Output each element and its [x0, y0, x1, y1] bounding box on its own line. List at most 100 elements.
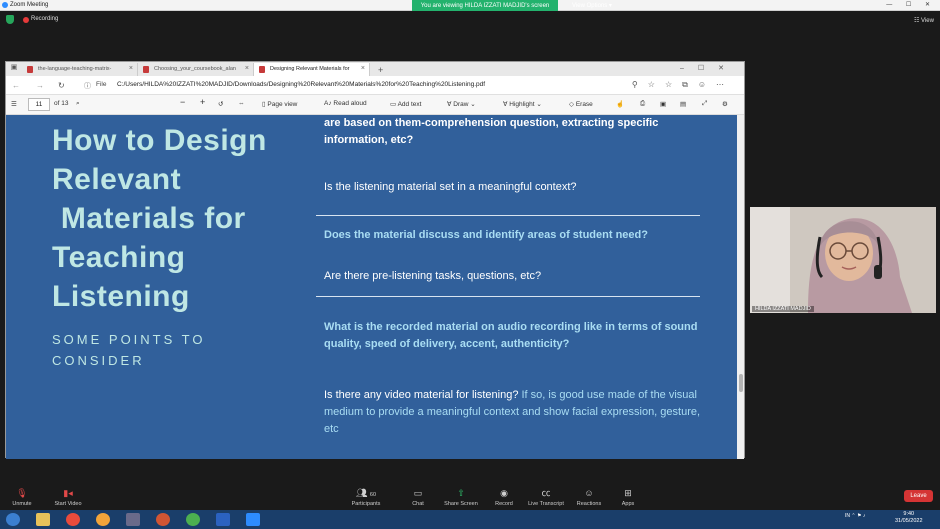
chrome-icon[interactable]	[66, 513, 80, 526]
erase-label: Erase	[575, 101, 593, 108]
live-transcript-button[interactable]: ㏄ Live Transcript	[524, 487, 568, 507]
draw-button[interactable]: ∀ Draw ⌄	[447, 100, 476, 108]
fit-page-icon[interactable]: ⇔	[238, 100, 245, 107]
leave-button[interactable]: Leave	[904, 490, 933, 502]
participant-video[interactable]: HILDA IZZATI MADJID	[750, 207, 936, 313]
tab-choosing-coursebook[interactable]: Choosing_your_coursebook_alan ×	[138, 63, 254, 76]
print-icon[interactable]: ⎙	[640, 100, 645, 108]
reactions-label: Reactions	[576, 501, 602, 507]
close-icon[interactable]: ×	[129, 65, 133, 72]
participants-button[interactable]: 👥︎ 60 Participants	[344, 487, 388, 507]
refresh-icon[interactable]: ↻	[58, 81, 65, 90]
info-icon[interactable]: ⓘ	[84, 81, 91, 91]
firefox-icon[interactable]	[96, 513, 110, 526]
title-line: Teaching	[52, 241, 186, 274]
back-icon[interactable]: ←	[12, 81, 20, 90]
tab-designing-materials[interactable]: Designing Relevant Materials for ×	[254, 63, 370, 76]
recording-icon	[23, 17, 29, 23]
shield-icon[interactable]	[6, 15, 14, 24]
pdf-icon	[27, 66, 33, 73]
reactions-button[interactable]: ☺ Reactions	[567, 487, 611, 507]
title-line: Materials for	[52, 202, 246, 235]
subtitle-line: SOME POINTS TO	[52, 332, 206, 347]
unmute-button[interactable]: 🎙︎ Unmute	[0, 487, 44, 507]
view-options-button[interactable]: View Options ▾	[572, 2, 612, 9]
microphone-muted-icon: 🎙︎	[16, 488, 28, 498]
record-button[interactable]: ◉ Record	[482, 487, 526, 507]
close-icon[interactable]: ×	[245, 65, 249, 72]
question-video-lead: Is there any video material for listenin…	[324, 389, 519, 401]
record-label: Record	[495, 501, 513, 507]
contents-icon[interactable]: ☰	[11, 100, 17, 108]
cc-icon: ㏄	[541, 488, 551, 498]
apps-label: Apps	[621, 501, 635, 507]
pdf-slide: How to Design Relevant Materials for Tea…	[6, 115, 737, 459]
tab-actions-icon[interactable]: ▣	[6, 63, 22, 76]
read-aloud-label: Read aloud	[333, 100, 367, 107]
new-tab-button[interactable]: +	[370, 65, 391, 76]
browser-window-controls[interactable]: –☐✕	[680, 64, 738, 72]
erase-button[interactable]: ◇ Erase	[569, 100, 593, 108]
page-view-button[interactable]: ▯ Page view	[262, 100, 297, 108]
start-video-button[interactable]: ▮◂ Start Video	[46, 487, 90, 507]
title-line: Listening	[52, 280, 190, 313]
touch-icon[interactable]: ☝	[616, 100, 624, 108]
app-icon[interactable]	[126, 513, 140, 526]
highlight-label: Highlight	[509, 101, 535, 108]
address-bar: ← → ↻ ⓘ File C:/Users/HILDA%20IZZATI%20M…	[6, 76, 744, 95]
rotate-icon[interactable]: ↺	[218, 100, 223, 108]
date: 31/05/2022	[895, 518, 923, 524]
page-number-input[interactable]: 11	[28, 98, 50, 111]
pdf-scrollbar[interactable]	[737, 115, 744, 459]
save-icon[interactable]: ▣	[660, 100, 666, 108]
read-aloud-button[interactable]: A♪ Read aloud	[324, 100, 367, 107]
forward-icon[interactable]: →	[36, 81, 44, 90]
chat-button[interactable]: ▭ Chat	[396, 487, 440, 507]
page-view-label: Page view	[267, 101, 298, 108]
tab-language-teaching-matrix[interactable]: the-language-teaching-matrix- ×	[22, 63, 138, 76]
search-icon[interactable]: ⌕	[76, 100, 80, 108]
chat-label: Chat	[412, 501, 424, 507]
url-field[interactable]: C:/Users/HILDA%20IZZATI%20MADJID/Downloa…	[117, 81, 485, 88]
meeting-controls-bar: 🎙︎ Unmute ▮◂ Start Video 👥︎ 60 Participants…	[0, 482, 940, 510]
question-meaningful-context: Is the listening material set in a meani…	[324, 181, 577, 193]
address-bar-icons[interactable]: ⚲☆☆⧉☺⋯	[632, 80, 734, 90]
zoom-in-button[interactable]: +	[200, 97, 205, 107]
window-title: Zoom Meeting	[10, 2, 49, 8]
view-button[interactable]: ☷ View	[914, 17, 934, 24]
fullscreen-icon[interactable]: ⤢	[702, 100, 707, 108]
file-label: File	[96, 81, 107, 88]
tab-label: Designing Relevant Materials for	[270, 66, 350, 72]
settings-icon[interactable]: ⚙	[722, 100, 728, 108]
apps-button[interactable]: ⊞ Apps	[606, 487, 650, 507]
firefox-icon[interactable]	[156, 513, 170, 526]
highlight-button[interactable]: ∀ Highlight ⌄	[503, 100, 542, 108]
save-as-icon[interactable]: ▤	[680, 100, 686, 108]
window-controls[interactable]: — ☐ ✕	[886, 1, 936, 8]
question-pre-listening: Are there pre-listening tasks, questions…	[324, 270, 542, 282]
time: 9:40	[903, 511, 915, 517]
question-student-need: Does the material discuss and identify a…	[324, 229, 648, 241]
tab-label: Choosing_your_coursebook_alan	[154, 66, 236, 72]
system-tray[interactable]: IN ⌃ ⚑ ♪	[845, 513, 865, 519]
zoom-out-button[interactable]: −	[180, 97, 185, 107]
zoom-icon[interactable]	[246, 513, 260, 526]
clock[interactable]: 9:40 31/05/2022	[895, 511, 923, 525]
video-off-icon: ▮◂	[63, 488, 73, 498]
shared-browser-window: ▣ the-language-teaching-matrix- × Choosi…	[5, 61, 745, 459]
share-screen-button[interactable]: ⇧ Share Screen	[439, 487, 483, 507]
word-icon[interactable]	[216, 513, 230, 526]
file-explorer-icon[interactable]	[36, 513, 50, 526]
zoom-logo-icon	[2, 2, 8, 8]
participants-count: 60	[369, 492, 377, 498]
close-icon[interactable]: ×	[361, 65, 365, 72]
participant-image	[750, 207, 936, 313]
chrome-icon[interactable]	[186, 513, 200, 526]
recording-label: Recording	[31, 16, 59, 22]
title-line: Relevant	[52, 163, 182, 196]
scrollbar-thumb[interactable]	[739, 374, 743, 392]
add-text-button[interactable]: ▭ Add text	[390, 100, 421, 108]
start-icon[interactable]	[6, 513, 20, 526]
start-video-label: Start Video	[54, 501, 82, 507]
slide-title: How to Design Relevant Materials for Tea…	[52, 121, 312, 316]
